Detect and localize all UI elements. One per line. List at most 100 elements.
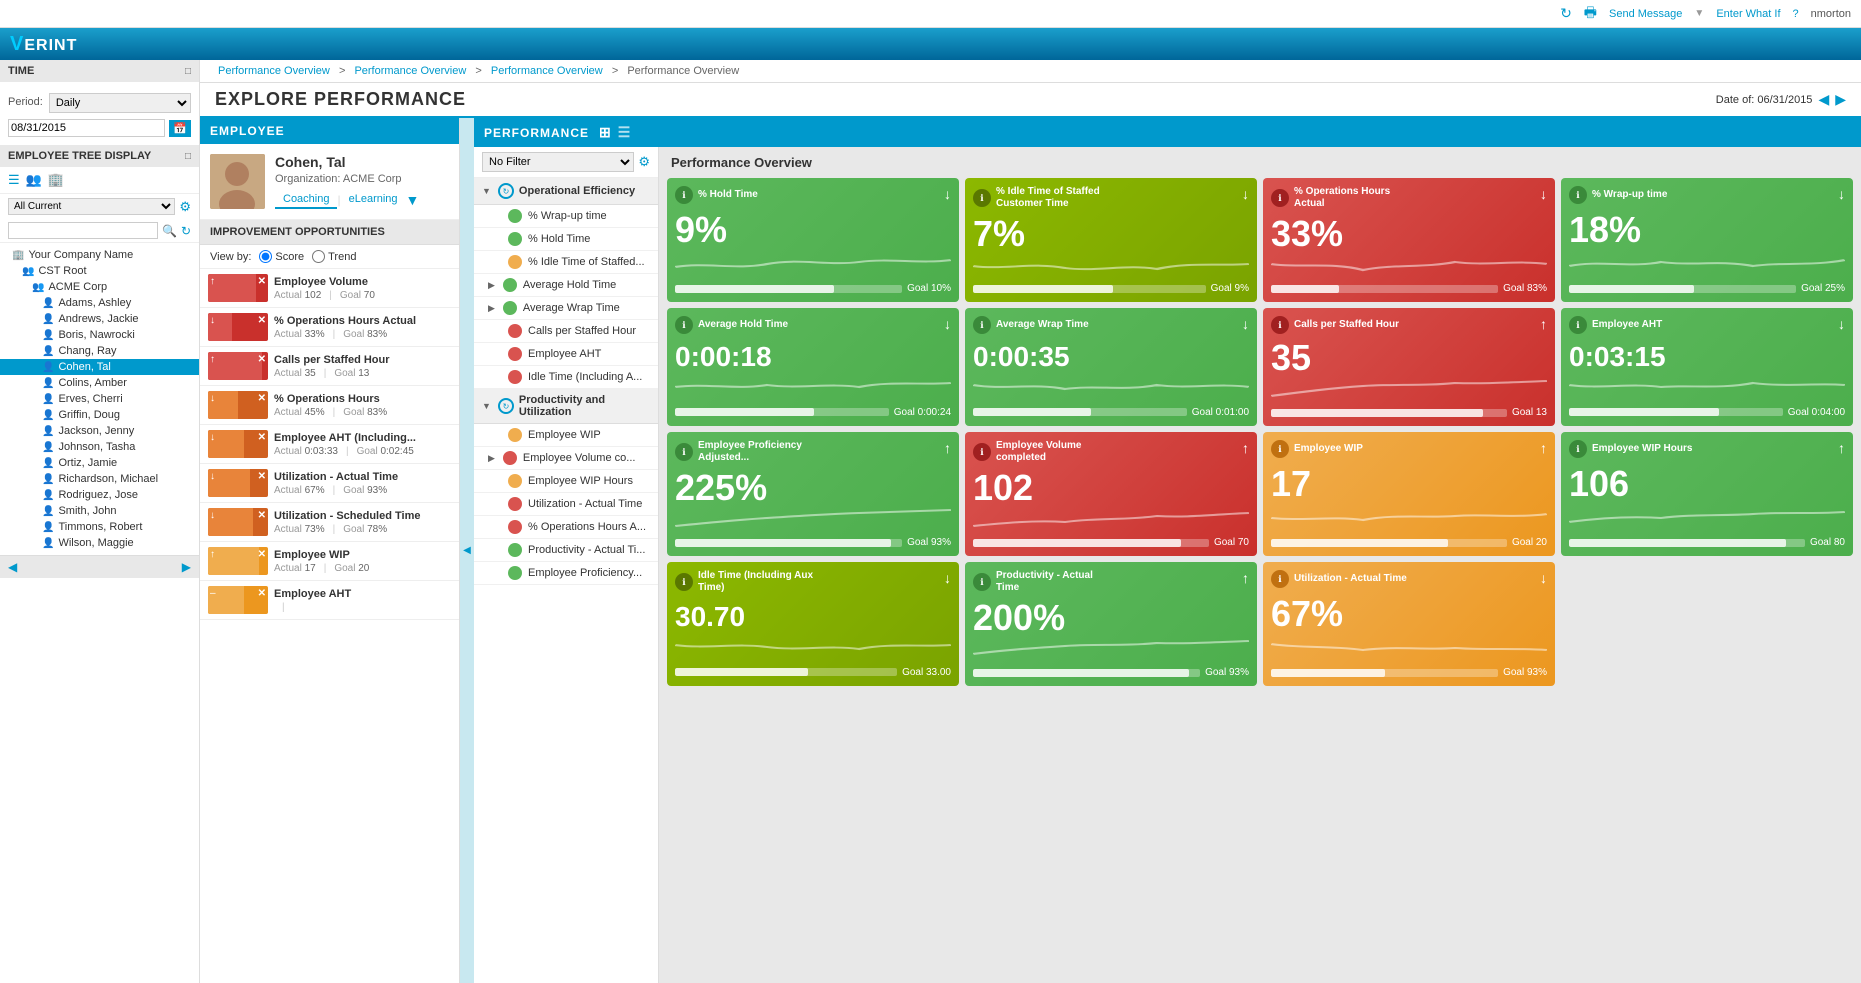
date-input[interactable]: 08/31/2015 — [8, 119, 165, 137]
score-radio-label[interactable]: Score — [259, 250, 304, 263]
kpi-card[interactable]: ℹ Employee Proficiency Adjusted... ↑ 225… — [667, 432, 959, 556]
tree-item[interactable]: 👤Richardson, Michael — [0, 471, 199, 487]
breadcrumb-item-3[interactable]: Performance Overview — [491, 65, 603, 77]
kpi-card[interactable]: ℹ Calls per Staffed Hour ↑ 35 Goal 13 — [1263, 308, 1555, 426]
perf-menu-item[interactable]: Productivity - Actual Ti... — [474, 539, 658, 562]
perf-menu-item[interactable]: % Hold Time — [474, 228, 658, 251]
kpi-card[interactable]: ℹ Employee WIP Hours ↑ 106 Goal 80 — [1561, 432, 1853, 556]
perf-menu-item[interactable]: ▶ Average Wrap Time — [474, 297, 658, 320]
grid-view-icon[interactable]: ⊞ — [599, 124, 612, 141]
tree-item[interactable]: 👤Griffin, Doug — [0, 407, 199, 423]
tree-item[interactable]: 👥ACME Corp — [0, 279, 199, 295]
metric-item[interactable]: – ✕ Employee AHT | — [200, 581, 459, 620]
tree-collapse-icon[interactable]: □ — [185, 151, 191, 162]
tree-filter-icon[interactable]: ⚙ — [179, 199, 191, 215]
perf-menu-item[interactable]: % Idle Time of Staffed... — [474, 251, 658, 274]
perf-menu-item[interactable]: Utilization - Actual Time — [474, 493, 658, 516]
refresh-icon[interactable]: ↻ — [1560, 5, 1572, 22]
kpi-card[interactable]: ℹ Idle Time (Including Aux Time) ↓ 30.70… — [667, 562, 959, 686]
tree-item[interactable]: 👤Chang, Ray — [0, 343, 199, 359]
perf-group-header[interactable]: ▼ ↻ Operational Efficiency — [474, 178, 658, 205]
kpi-card[interactable]: ℹ Average Wrap Time ↓ 0:00:35 Goal 0:01:… — [965, 308, 1257, 426]
kpi-card[interactable]: ℹ Utilization - Actual Time ↓ 67% Goal 9… — [1263, 562, 1555, 686]
kpi-card[interactable]: ℹ Average Hold Time ↓ 0:00:18 Goal 0:00:… — [667, 308, 959, 426]
perf-filter-icon[interactable]: ⚙ — [638, 154, 650, 170]
panel-collapse-handle[interactable]: ◀ — [460, 118, 474, 983]
metric-item[interactable]: ↓ ✕ Utilization - Actual Time Actual 67%… — [200, 464, 459, 503]
perf-menu-item[interactable]: Calls per Staffed Hour — [474, 320, 658, 343]
tree-users-icon[interactable]: 👥 — [26, 172, 42, 188]
tree-search-icon[interactable]: 🔍 — [162, 224, 177, 238]
tree-list-icon[interactable]: ☰ — [8, 172, 20, 188]
tree-item[interactable]: 👥CST Root — [0, 263, 199, 279]
perf-menu-item[interactable]: Employee AHT — [474, 343, 658, 366]
tree-search-input[interactable] — [8, 222, 158, 239]
tree-item[interactable]: 👤Cohen, Tal — [0, 359, 199, 375]
kpi-card[interactable]: ℹ % Operations Hours Actual ↓ 33% Goal 8… — [1263, 178, 1555, 302]
kpi-card[interactable]: ℹ Employee WIP ↑ 17 Goal 20 — [1263, 432, 1555, 556]
perf-menu-item[interactable]: % Operations Hours A... — [474, 516, 658, 539]
tree-item[interactable]: 👤Andrews, Jackie — [0, 311, 199, 327]
tree-prev-button[interactable]: ◀ — [8, 560, 17, 574]
trend-radio-label[interactable]: Trend — [312, 250, 356, 263]
tree-org-icon[interactable]: 🏢 — [48, 172, 64, 188]
date-back-button[interactable]: ◀ — [1818, 91, 1829, 108]
kpi-card[interactable]: ℹ Employee Volume completed ↑ 102 Goal 7… — [965, 432, 1257, 556]
coaching-tab[interactable]: Coaching — [275, 191, 337, 209]
tree-item[interactable]: 👤Adams, Ashley — [0, 295, 199, 311]
perf-group-header[interactable]: ▼ ↻ Productivity and Utilization — [474, 389, 658, 424]
kpi-card[interactable]: ℹ Employee AHT ↓ 0:03:15 Goal 0:04:00 — [1561, 308, 1853, 426]
time-section: Period: Daily Weekly Monthly 08/31/2015 … — [0, 82, 199, 145]
print-icon[interactable]: 🖶 — [1584, 2, 1597, 26]
kpi-card[interactable]: ℹ % Wrap-up time ↓ 18% Goal 25% — [1561, 178, 1853, 302]
perf-menu-item[interactable]: % Wrap-up time — [474, 205, 658, 228]
metric-item[interactable]: ↓ ✕ Utilization - Scheduled Time Actual … — [200, 503, 459, 542]
tree-next-button[interactable]: ▶ — [182, 560, 191, 574]
tree-item[interactable]: 👤Timmons, Robert — [0, 519, 199, 535]
metric-item[interactable]: ↓ ✕ % Operations Hours Actual 45% | Goal… — [200, 386, 459, 425]
metric-item[interactable]: ↑ ✕ Employee Volume Actual 102 | Goal 70 — [200, 269, 459, 308]
tree-item[interactable]: 👤Erves, Cherri — [0, 391, 199, 407]
metric-item[interactable]: ↑ ✕ Calls per Staffed Hour Actual 35 | G… — [200, 347, 459, 386]
perf-menu-item[interactable]: ▶ Average Hold Time — [474, 274, 658, 297]
tree-section-header: EMPLOYEE TREE DISPLAY □ — [0, 145, 199, 167]
tree-item[interactable]: 👤Ortiz, Jamie — [0, 455, 199, 471]
tree-controls: ☰ 👥 🏢 — [0, 167, 199, 194]
kpi-card[interactable]: ℹ Productivity - Actual Time ↑ 200% Goal… — [965, 562, 1257, 686]
perf-filter-select[interactable]: No Filter — [482, 152, 634, 172]
enter-what-if-button[interactable]: Enter What If — [1716, 8, 1780, 20]
send-message-button[interactable]: Send Message — [1609, 8, 1682, 20]
metric-item[interactable]: ↑ ✕ Employee WIP Actual 17 | Goal 20 — [200, 542, 459, 581]
perf-menu-item[interactable]: Employee WIP Hours — [474, 470, 658, 493]
perf-menu-item[interactable]: Idle Time (Including A... — [474, 366, 658, 389]
tree-item[interactable]: 👤Boris, Nawrocki — [0, 327, 199, 343]
kpi-card[interactable]: ℹ % Idle Time of Staffed Customer Time ↓… — [965, 178, 1257, 302]
help-button[interactable]: ? — [1793, 8, 1799, 20]
perf-menu-item[interactable]: ▶ Employee Volume co... — [474, 447, 658, 470]
tree-item[interactable]: 👤Colins, Amber — [0, 375, 199, 391]
kpi-card[interactable]: ℹ % Hold Time ↓ 9% Goal 10% — [667, 178, 959, 302]
tree-item[interactable]: 👤Smith, John — [0, 503, 199, 519]
perf-menu-item[interactable]: Employee Proficiency... — [474, 562, 658, 585]
breadcrumb-item-2[interactable]: Performance Overview — [354, 65, 466, 77]
time-collapse-icon[interactable]: □ — [185, 66, 191, 77]
date-forward-button[interactable]: ▶ — [1835, 91, 1846, 108]
tree-item[interactable]: 👤Wilson, Maggie — [0, 535, 199, 551]
tree-refresh-icon[interactable]: ↻ — [181, 224, 191, 238]
tree-item[interactable]: 👤Johnson, Tasha — [0, 439, 199, 455]
metric-item[interactable]: ↓ ✕ Employee AHT (Including... Actual 0:… — [200, 425, 459, 464]
calendar-button[interactable]: 📅 — [169, 120, 191, 137]
list-view-icon[interactable]: ☰ — [618, 124, 632, 141]
tree-item[interactable]: 🏢Your Company Name — [0, 247, 199, 263]
tree-item[interactable]: 👤Jackson, Jenny — [0, 423, 199, 439]
employee-expand-icon[interactable]: ▼ — [406, 192, 420, 208]
score-radio[interactable] — [259, 250, 272, 263]
metric-item[interactable]: ↓ ✕ % Operations Hours Actual Actual 33%… — [200, 308, 459, 347]
tree-filter-select[interactable]: All Current — [8, 198, 175, 215]
perf-menu-item[interactable]: Employee WIP — [474, 424, 658, 447]
elearning-tab[interactable]: eLearning — [341, 191, 406, 209]
period-select[interactable]: Daily Weekly Monthly — [49, 93, 191, 113]
trend-radio[interactable] — [312, 250, 325, 263]
breadcrumb-item-1[interactable]: Performance Overview — [218, 65, 330, 77]
tree-item[interactable]: 👤Rodriguez, Jose — [0, 487, 199, 503]
